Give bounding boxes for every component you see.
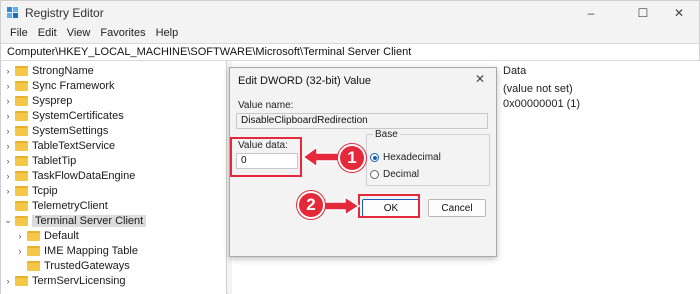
registry-tree: › StrongName › Sync Framework › Sysprep … (1, 61, 227, 294)
value-name-label: Value name: (238, 100, 294, 111)
tree-item-label: Terminal Server Client (32, 214, 147, 227)
menu-favorites[interactable]: Favorites (95, 25, 150, 43)
folder-icon (15, 170, 28, 181)
tree-item-terminal-server-client[interactable]: ⌄ Terminal Server Client (3, 213, 147, 228)
tree-item-label: Sync Framework (32, 79, 115, 92)
expand-icon[interactable]: › (3, 126, 13, 136)
tree-item-tabletextservice[interactable]: › TableTextService (3, 138, 116, 153)
menu-bar: File Edit View Favorites Help (1, 25, 699, 43)
registry-editor-window: Registry Editor – ☐ ✕ File Edit View Fav… (0, 0, 700, 294)
menu-file[interactable]: File (5, 25, 33, 43)
step2-badge: 2 (297, 191, 325, 219)
step2-arrow (320, 195, 361, 217)
tree-item-sync-framework[interactable]: › Sync Framework (3, 78, 115, 93)
address-bar[interactable]: Computer\HKEY_LOCAL_MACHINE\SOFTWARE\Mic… (1, 43, 699, 61)
tree-item-label: TermServLicensing (32, 274, 126, 287)
expand-icon[interactable]: › (3, 141, 13, 151)
expand-icon[interactable]: › (3, 96, 13, 106)
folder-icon (15, 125, 28, 136)
folder-icon (15, 215, 28, 226)
tree-item-label: SystemSettings (32, 124, 109, 137)
expand-icon[interactable]: › (3, 276, 13, 286)
value-name-field[interactable]: DisableClipboardRedirection (236, 113, 488, 129)
close-button[interactable]: ✕ (657, 1, 700, 25)
dialog-close-button[interactable]: ✕ (464, 68, 496, 90)
ok-button-highlight (358, 194, 420, 218)
cancel-button[interactable]: Cancel (428, 199, 486, 217)
tree-item-label: IME Mapping Table (44, 244, 138, 257)
folder-icon (15, 155, 28, 166)
tree-item-label: TableTextService (32, 139, 116, 152)
decimal-radio[interactable]: Decimal (370, 169, 419, 180)
expand-icon[interactable]: › (3, 171, 13, 181)
expand-icon[interactable]: › (3, 156, 13, 166)
tree-item-ime-mapping-table[interactable]: › IME Mapping Table (15, 243, 138, 258)
expand-icon[interactable]: › (3, 81, 13, 91)
tree-item-label: SystemCertificates (32, 109, 124, 122)
folder-icon (15, 200, 28, 211)
value-row-data[interactable]: 0x00000001 (1) (503, 98, 580, 110)
window-title: Registry Editor (25, 6, 104, 20)
tree-item-taskflowdataengine[interactable]: › TaskFlowDataEngine (3, 168, 136, 183)
tree-item-telemetryclient[interactable]: TelemetryClient (3, 198, 108, 213)
tree-item-label: TabletTip (32, 154, 77, 167)
folder-icon (15, 110, 28, 121)
folder-icon (15, 65, 28, 76)
tree-item-label: StrongName (32, 64, 94, 77)
tree-item-termservlicensing[interactable]: › TermServLicensing (3, 273, 126, 288)
tree-item-label: TelemetryClient (32, 199, 108, 212)
minimize-button[interactable]: – (569, 1, 613, 25)
hexadecimal-radio[interactable]: Hexadecimal (370, 152, 441, 163)
folder-icon (27, 230, 40, 241)
tree-item-default[interactable]: › Default (15, 228, 79, 243)
menu-view[interactable]: View (62, 25, 96, 43)
folder-icon (15, 80, 28, 91)
expand-icon[interactable]: › (3, 111, 13, 121)
radio-selected-icon (370, 153, 379, 162)
radio-unselected-icon (370, 170, 379, 179)
expand-icon[interactable]: › (3, 186, 13, 196)
collapse-icon[interactable]: ⌄ (3, 215, 13, 226)
tree-item-systemsettings[interactable]: › SystemSettings (3, 123, 109, 138)
tree-item-label: Default (44, 229, 79, 242)
tree-item-tcpip[interactable]: › Tcpip (3, 183, 58, 198)
tree-item-tablettip[interactable]: › TabletTip (3, 153, 77, 168)
expand-icon[interactable]: › (15, 231, 25, 241)
tree-item-label: Tcpip (32, 184, 58, 197)
folder-icon (15, 275, 28, 286)
tree-item-trustedgateways[interactable]: TrustedGateways (15, 258, 130, 273)
title-bar: Registry Editor – ☐ ✕ (1, 1, 699, 25)
dialog-title: Edit DWORD (32-bit) Value (238, 75, 372, 87)
tree-item-strongname[interactable]: › StrongName (3, 63, 94, 78)
folder-icon (27, 245, 40, 256)
menu-edit[interactable]: Edit (33, 25, 62, 43)
menu-help[interactable]: Help (151, 25, 184, 43)
value-data-highlight (230, 137, 302, 177)
tree-item-sysprep[interactable]: › Sysprep (3, 93, 73, 108)
tree-item-label: TaskFlowDataEngine (32, 169, 136, 182)
folder-icon (15, 185, 28, 196)
folder-icon (15, 140, 28, 151)
hexadecimal-label: Hexadecimal (383, 152, 441, 163)
tree-item-systemcertificates[interactable]: › SystemCertificates (3, 108, 124, 123)
value-row-data[interactable]: (value not set) (503, 83, 573, 95)
base-label: Base (373, 129, 400, 140)
step1-badge: 1 (338, 144, 366, 172)
expand-icon[interactable]: › (15, 246, 25, 256)
decimal-label: Decimal (383, 169, 420, 180)
folder-icon (15, 95, 28, 106)
tree-item-label: TrustedGateways (44, 259, 130, 272)
folder-icon (27, 260, 40, 271)
expand-icon[interactable]: › (3, 66, 13, 76)
tree-item-label: Sysprep (32, 94, 73, 107)
column-header-data[interactable]: Data (503, 65, 526, 77)
registry-editor-icon (7, 7, 19, 19)
